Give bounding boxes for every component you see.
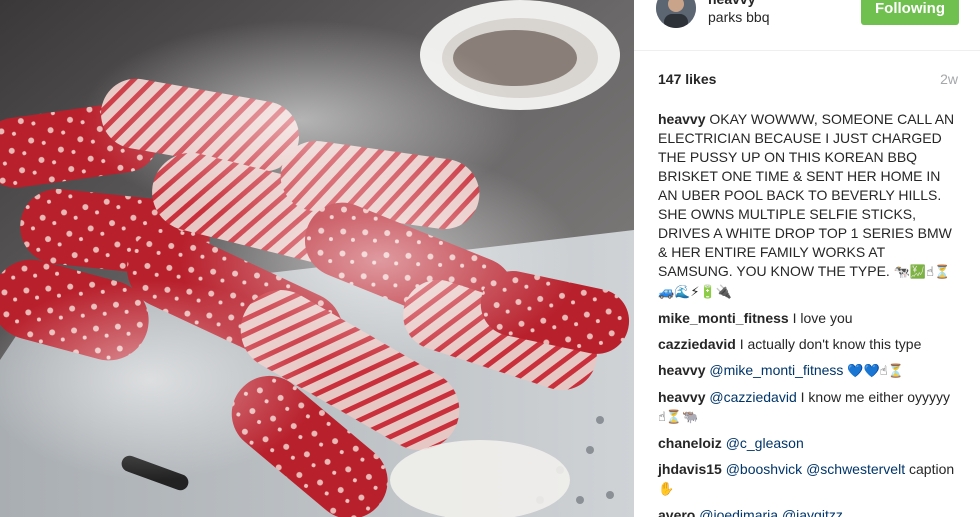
comment-item: avero @joedimaria @jaygitzz <box>658 506 958 517</box>
comment-username[interactable]: cazziedavid <box>658 336 736 352</box>
post-username[interactable]: heavvy <box>708 0 755 7</box>
post-age[interactable]: 2w <box>940 71 958 87</box>
comment-item: cazziedavid I actually don't know this t… <box>658 335 958 354</box>
comment-mention[interactable]: @joedimaria <box>699 507 778 517</box>
comment-text: caption <box>909 461 955 477</box>
comment-emoji: ✋ <box>658 482 675 497</box>
comment-mention-2[interactable]: @schwestervelt <box>806 461 905 477</box>
comment-item: jhdavis15 @booshvick @schwestervelt capt… <box>658 460 958 499</box>
following-button[interactable]: Following <box>861 0 959 25</box>
comment-text: I know me either oyyyyy <box>800 389 951 405</box>
bbq-photo-image <box>0 0 634 517</box>
comment-mention-2[interactable]: @jaygitzz <box>782 507 843 517</box>
comment-mention[interactable]: @c_gleason <box>726 435 804 451</box>
comment-mention[interactable]: @cazziedavid <box>709 389 796 405</box>
comment-text: I love you <box>792 310 853 326</box>
comment-item: heavvy @cazziedavid I know me either oyy… <box>658 388 958 427</box>
comment-item: mike_monti_fitness I love you <box>658 309 958 328</box>
comment-emoji: 💙💙☝⏳ <box>847 364 904 379</box>
comment-username[interactable]: jhdavis15 <box>658 461 722 477</box>
comment-username[interactable]: avero <box>658 507 695 517</box>
comment-mention[interactable]: @booshvick <box>726 461 802 477</box>
comment-item: chaneloiz @c_gleason <box>658 434 958 453</box>
comment-text: OKAY WOWWW, SOMEONE CALL AN ELECTRICIAN … <box>658 111 955 279</box>
user-avatar[interactable] <box>656 0 696 28</box>
comment-mention[interactable]: @mike_monti_fitness <box>709 362 843 378</box>
avatar-icon <box>656 0 696 28</box>
comment-username[interactable]: chaneloiz <box>658 435 722 451</box>
post-photo[interactable] <box>0 0 634 517</box>
comment-emoji: ☝⏳🐃 <box>658 410 699 425</box>
post-header: heavvy parks bbq Following <box>634 0 980 51</box>
comment-item: heavvy @mike_monti_fitness 💙💙☝⏳ <box>658 361 958 381</box>
comment-username[interactable]: heavvy <box>658 111 705 127</box>
comments-list: heavvy OKAY WOWWW, SOMEONE CALL AN ELECT… <box>658 110 958 517</box>
comment-text: I actually don't know this type <box>739 336 922 352</box>
caption-comment: heavvy OKAY WOWWW, SOMEONE CALL AN ELECT… <box>658 110 958 302</box>
comment-username[interactable]: heavvy <box>658 362 705 378</box>
comment-username[interactable]: heavvy <box>658 389 705 405</box>
likes-count[interactable]: 147 likes <box>658 71 716 87</box>
post-details-panel: heavvy parks bbq Following 147 likes 2w … <box>634 0 980 517</box>
likes-row: 147 likes 2w <box>658 71 958 91</box>
comment-username[interactable]: mike_monti_fitness <box>658 310 789 326</box>
post-location[interactable]: parks bbq <box>708 9 769 25</box>
